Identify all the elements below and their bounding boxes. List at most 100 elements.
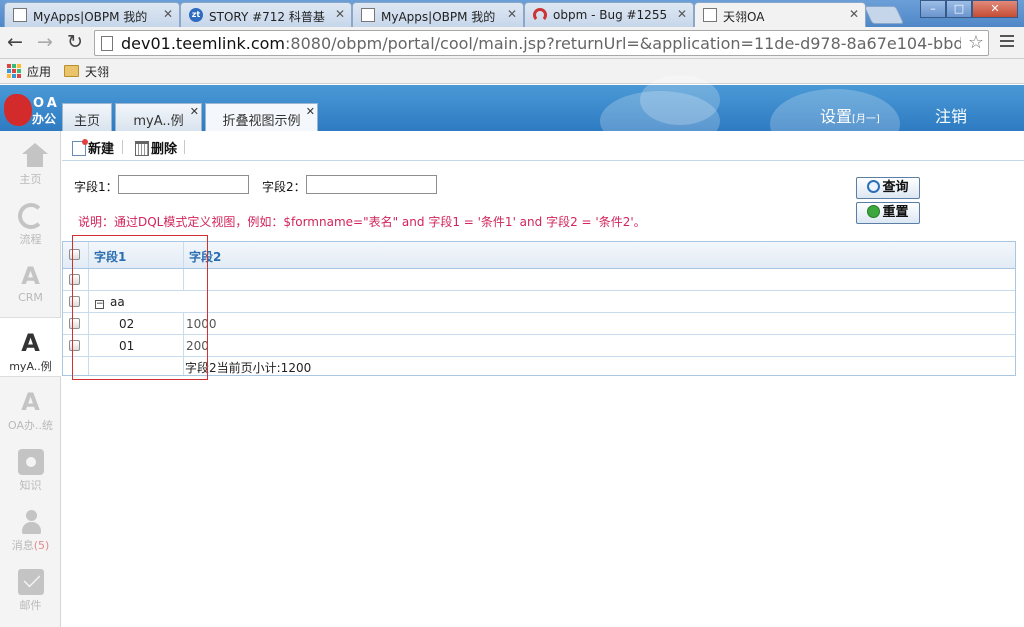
zt-logo-icon: zt: [189, 8, 203, 22]
sidebar-item-label: 邮件: [19, 599, 42, 612]
close-icon[interactable]: ✕: [507, 7, 517, 21]
sidebar-item-label: OA办..统: [8, 419, 53, 432]
oa-app-icon: A: [21, 388, 40, 416]
table-row[interactable]: [63, 269, 1015, 291]
close-icon[interactable]: ✕: [849, 7, 859, 21]
forward-icon[interactable]: →: [34, 31, 56, 53]
sidebar-item-label: 知识: [19, 479, 42, 492]
logout-link[interactable]: 注销: [935, 103, 967, 127]
app-logo: OA 办公: [2, 94, 58, 128]
toolbar-separator: [122, 140, 123, 154]
column-header-field1[interactable]: 字段1: [94, 248, 126, 265]
logo-text: OA: [33, 96, 60, 111]
browser-tab[interactable]: MyApps|OBPM 我的 ✕: [4, 2, 180, 27]
browser-menu-icon[interactable]: [1000, 35, 1014, 50]
home-icon: [18, 143, 48, 169]
logo-mark-icon: [4, 94, 32, 126]
close-icon[interactable]: ✕: [677, 7, 687, 21]
sidebar-item-label: CRM: [18, 291, 43, 304]
url-host: dev01.teemlink.com: [121, 34, 286, 53]
back-icon[interactable]: ←: [4, 31, 26, 53]
sidebar-item-crm[interactable]: A CRM: [0, 251, 61, 311]
close-window-button[interactable]: ✕: [972, 0, 1018, 18]
main-content: 新建 删除 字段1： 字段2： 查询 重置 说明：通过DQL模式定义视图，例如：…: [62, 131, 1024, 627]
sidebar: 主页 流程 A CRM A myA..例 A OA办..统 知识 消息(5) 邮…: [0, 131, 61, 627]
browser-tab[interactable]: MyApps|OBPM 我的 ✕: [352, 2, 524, 27]
new-document-icon: [72, 139, 88, 156]
bookmark-apps[interactable]: 应用: [27, 63, 51, 80]
sidebar-item-label: myA..例: [9, 360, 52, 373]
field2-label: 字段2：: [262, 180, 306, 194]
close-icon[interactable]: ✕: [163, 7, 173, 21]
select-all-checkbox[interactable]: [69, 249, 80, 260]
column-header-field2[interactable]: 字段2: [189, 248, 221, 265]
grid-footer-row: 字段2当前页小计:1200: [63, 357, 1015, 375]
browser-tab-title: MyApps|OBPM 我的: [33, 10, 148, 24]
apps-grid-icon: [7, 64, 21, 78]
browser-tab-title: obpm - Bug #1255: [553, 8, 668, 22]
field2-input[interactable]: [306, 175, 437, 194]
close-icon[interactable]: ✕: [335, 7, 345, 21]
cell-field2: 200: [186, 339, 209, 353]
reset-button[interactable]: 重置: [856, 202, 920, 224]
row-checkbox[interactable]: [69, 318, 80, 329]
sidebar-item-oa[interactable]: A OA办..统: [0, 377, 61, 437]
bookmark-star-icon[interactable]: ☆: [968, 32, 984, 53]
row-checkbox[interactable]: [69, 274, 80, 285]
delete-button[interactable]: 删除: [135, 138, 177, 157]
minimize-button[interactable]: –: [920, 0, 946, 18]
close-icon[interactable]: ✕: [306, 105, 315, 118]
query-label: 查询: [882, 180, 909, 195]
page-icon: [101, 36, 113, 51]
tab-myapp[interactable]: myA..例 ✕: [115, 103, 202, 131]
browser-tab-title: STORY #712 科普基: [209, 10, 325, 24]
settings-user: [月一]: [852, 114, 880, 125]
url-path: :8080/obpm/portal/cool/main.jsp?returnUr…: [285, 34, 961, 53]
delete-label: 删除: [151, 142, 178, 157]
tab-home[interactable]: 主页: [62, 103, 112, 131]
browser-tab[interactable]: obpm - Bug #1255 ✕: [524, 2, 694, 27]
row-checkbox[interactable]: [69, 340, 80, 351]
maximize-button[interactable]: □: [946, 0, 972, 18]
close-icon[interactable]: ✕: [190, 105, 199, 118]
table-row[interactable]: 01 200: [63, 335, 1015, 357]
data-grid: 字段1 字段2 − aa 02 1000 01 200 字段2当前页小计:1200: [62, 241, 1016, 376]
query-button[interactable]: 查询: [856, 177, 920, 199]
sidebar-item-myapp[interactable]: A myA..例: [0, 317, 61, 377]
bookmark-folder[interactable]: 天翎: [85, 63, 109, 80]
field1-input[interactable]: [118, 175, 249, 194]
sidebar-item-mail[interactable]: 邮件: [0, 557, 61, 617]
app-icon: A: [21, 329, 40, 357]
document-icon: [361, 8, 375, 22]
action-toolbar: 新建 删除: [62, 131, 1024, 161]
crm-app-icon: A: [21, 262, 40, 290]
tab-fold-view[interactable]: 折叠视图示例 ✕: [205, 103, 318, 132]
trash-icon: [135, 141, 149, 156]
sidebar-item-home[interactable]: 主页: [0, 131, 61, 191]
url-text[interactable]: dev01.teemlink.com:8080/obpm/portal/cool…: [121, 34, 961, 53]
browser-tab-strip: MyApps|OBPM 我的 ✕ zt STORY #712 科普基 ✕ MyA…: [0, 0, 1024, 28]
message-count: (5): [33, 539, 50, 552]
tab-label: 主页: [73, 114, 100, 129]
sidebar-item-workflow[interactable]: 流程: [0, 191, 61, 251]
sidebar-item-message[interactable]: 消息(5): [0, 497, 61, 557]
settings-link[interactable]: 设置[月一]: [820, 103, 880, 127]
group-label: aa: [110, 295, 125, 309]
new-tab-button[interactable]: [863, 6, 905, 24]
new-button[interactable]: 新建: [72, 138, 114, 157]
tab-label: myA..例: [133, 114, 184, 129]
toolbar-separator: [184, 140, 185, 154]
sidebar-item-knowledge[interactable]: 知识: [0, 437, 61, 497]
group-row[interactable]: − aa: [63, 291, 1015, 313]
reload-icon[interactable]: ↻: [64, 31, 86, 53]
browser-tab[interactable]: zt STORY #712 科普基 ✕: [180, 2, 352, 27]
browser-tab-title: 天翎OA: [723, 10, 765, 24]
table-row[interactable]: 02 1000: [63, 313, 1015, 335]
document-icon: [13, 8, 27, 22]
address-bar[interactable]: dev01.teemlink.com:8080/obpm/portal/cool…: [94, 30, 989, 56]
collapse-toggle-icon[interactable]: −: [95, 300, 104, 309]
knowledge-icon: [17, 449, 44, 475]
cell-field2: 1000: [186, 317, 217, 331]
browser-tab-active[interactable]: 天翎OA ✕: [694, 2, 866, 28]
row-checkbox[interactable]: [69, 296, 80, 307]
